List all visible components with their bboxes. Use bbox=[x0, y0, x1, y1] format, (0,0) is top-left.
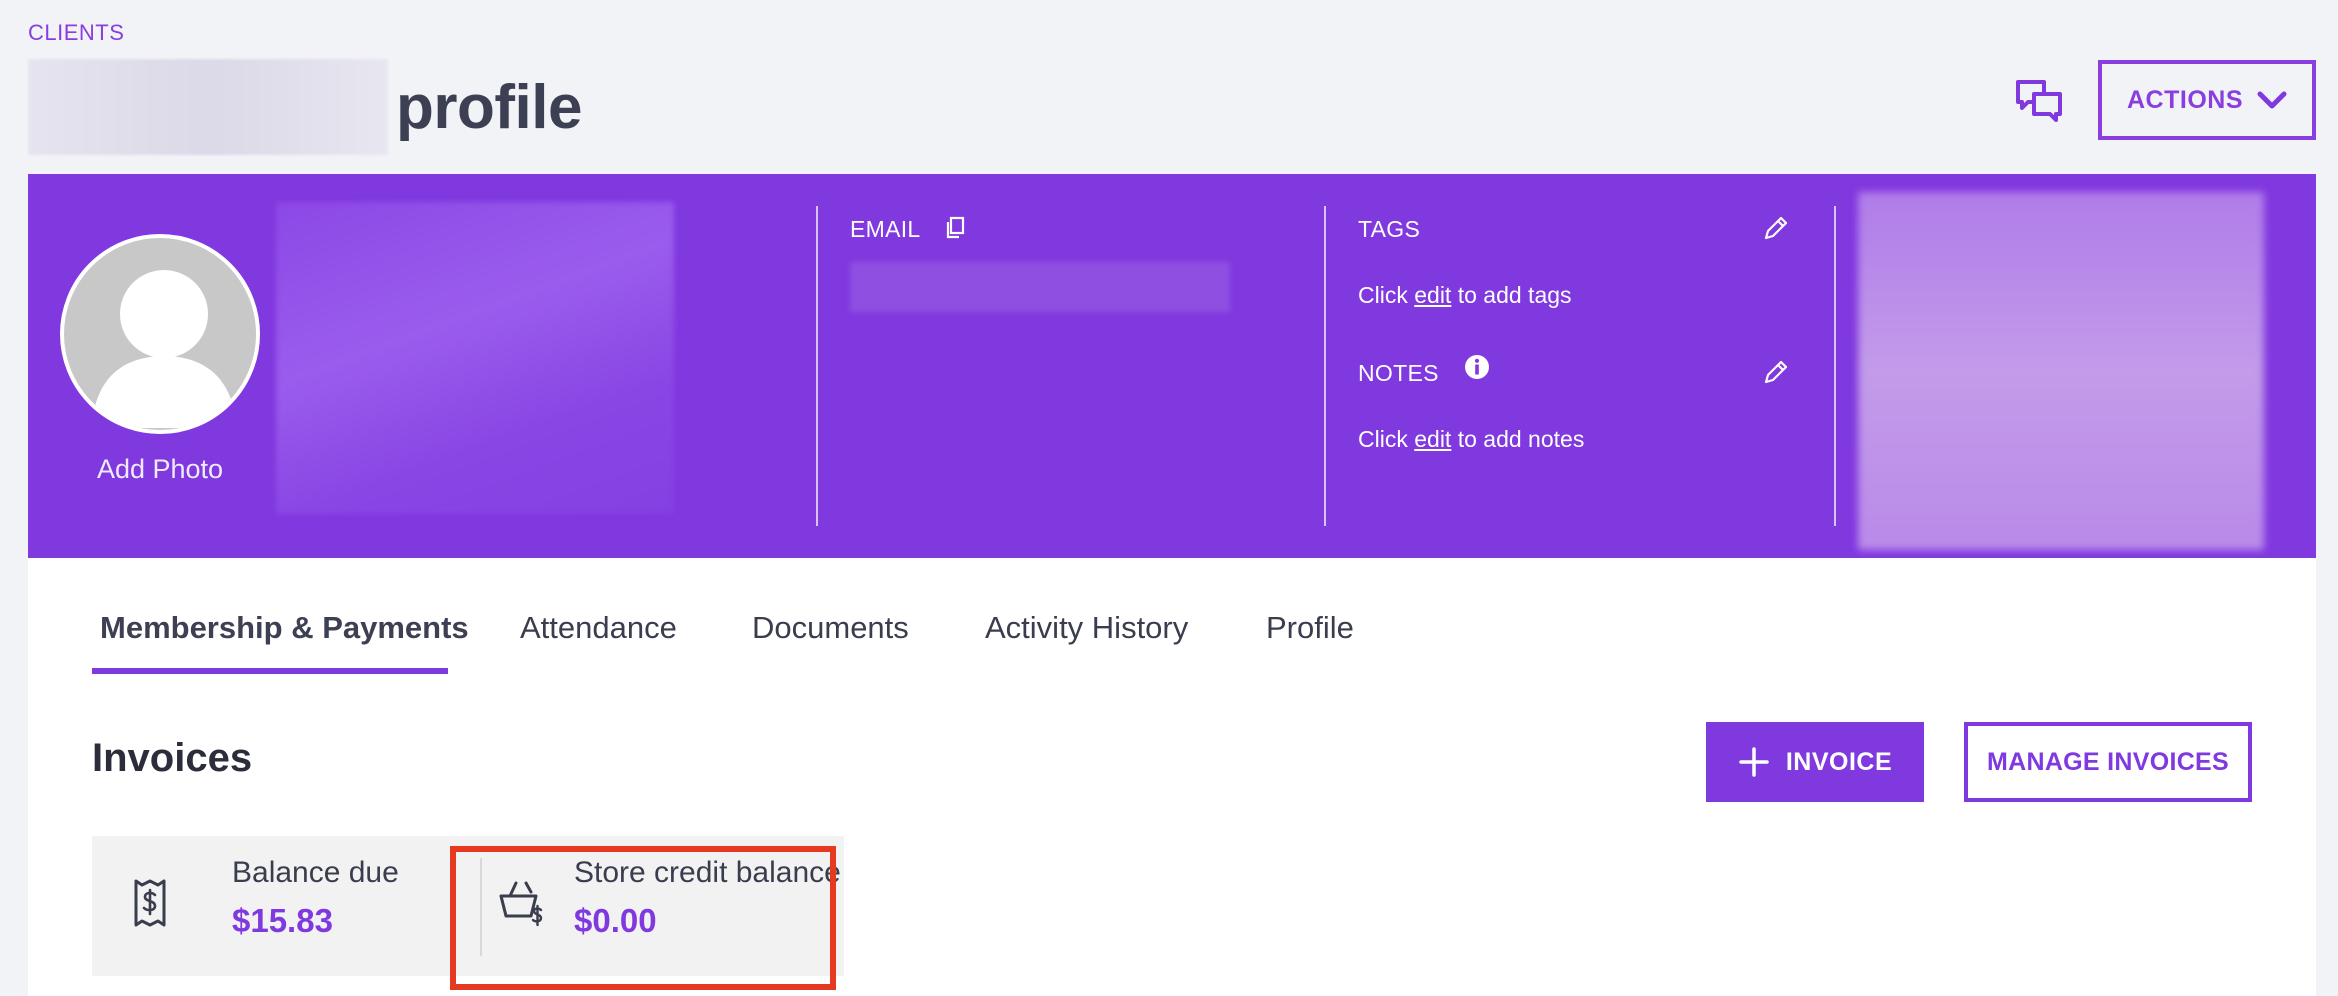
client-name-redacted bbox=[28, 59, 388, 155]
plus-icon bbox=[1739, 747, 1769, 777]
balance-due-value: $15.83 bbox=[232, 902, 333, 939]
receipt-dollar-icon bbox=[132, 878, 168, 933]
divider bbox=[1324, 206, 1326, 526]
client-details-redacted bbox=[276, 202, 674, 514]
client-content-panel: Membership & Payments Attendance Documen… bbox=[28, 558, 2316, 996]
tab-attendance[interactable]: Attendance bbox=[520, 610, 677, 646]
add-invoice-button[interactable]: INVOICE bbox=[1706, 722, 1924, 802]
notes-label: NOTES bbox=[1358, 360, 1439, 386]
membership-summary-redacted bbox=[1858, 192, 2264, 550]
notes-empty-text: Click edit to add notes bbox=[1358, 426, 1585, 452]
manage-invoices-button[interactable]: MANAGE INVOICES bbox=[1964, 722, 2252, 802]
actions-label: ACTIONS bbox=[2127, 85, 2243, 114]
copy-icon[interactable] bbox=[944, 216, 966, 245]
invoices-heading: Invoices bbox=[92, 736, 253, 780]
add-invoice-label: INVOICE bbox=[1785, 747, 1893, 776]
actions-button[interactable]: ACTIONS bbox=[2098, 60, 2316, 140]
store-credit-highlight bbox=[450, 846, 836, 990]
page-title-suffix: profile bbox=[396, 72, 582, 142]
chevron-down-icon bbox=[2257, 91, 2287, 109]
tab-documents[interactable]: Documents bbox=[752, 610, 909, 646]
notes-edit-link[interactable]: edit bbox=[1414, 426, 1451, 452]
balance-due-label: Balance due bbox=[232, 856, 399, 889]
add-photo-link[interactable]: Add Photo bbox=[28, 454, 292, 485]
pencil-icon[interactable] bbox=[1760, 358, 1790, 393]
tags-label: TAGS bbox=[1358, 216, 1421, 242]
tab-profile[interactable]: Profile bbox=[1266, 610, 1354, 646]
info-icon[interactable] bbox=[1464, 354, 1490, 385]
breadcrumb-clients[interactable]: CLIENTS bbox=[28, 20, 124, 46]
email-label: EMAIL bbox=[850, 216, 921, 242]
client-summary-banner: Add Photo EMAIL TAGS Click edit to add t… bbox=[28, 174, 2316, 558]
page-title: profile bbox=[28, 58, 582, 156]
tags-empty-text: Click edit to add tags bbox=[1358, 282, 1572, 308]
tab-activity-history[interactable]: Activity History bbox=[985, 610, 1188, 646]
divider bbox=[816, 206, 818, 526]
tags-edit-link[interactable]: edit bbox=[1414, 282, 1451, 308]
avatar[interactable] bbox=[60, 234, 260, 434]
pencil-icon[interactable] bbox=[1760, 214, 1790, 249]
active-tab-indicator bbox=[92, 668, 448, 674]
chat-bubbles-icon[interactable] bbox=[2014, 78, 2064, 124]
divider bbox=[1834, 206, 1836, 526]
tab-membership-payments[interactable]: Membership & Payments bbox=[100, 610, 469, 646]
email-value-redacted bbox=[850, 262, 1230, 312]
